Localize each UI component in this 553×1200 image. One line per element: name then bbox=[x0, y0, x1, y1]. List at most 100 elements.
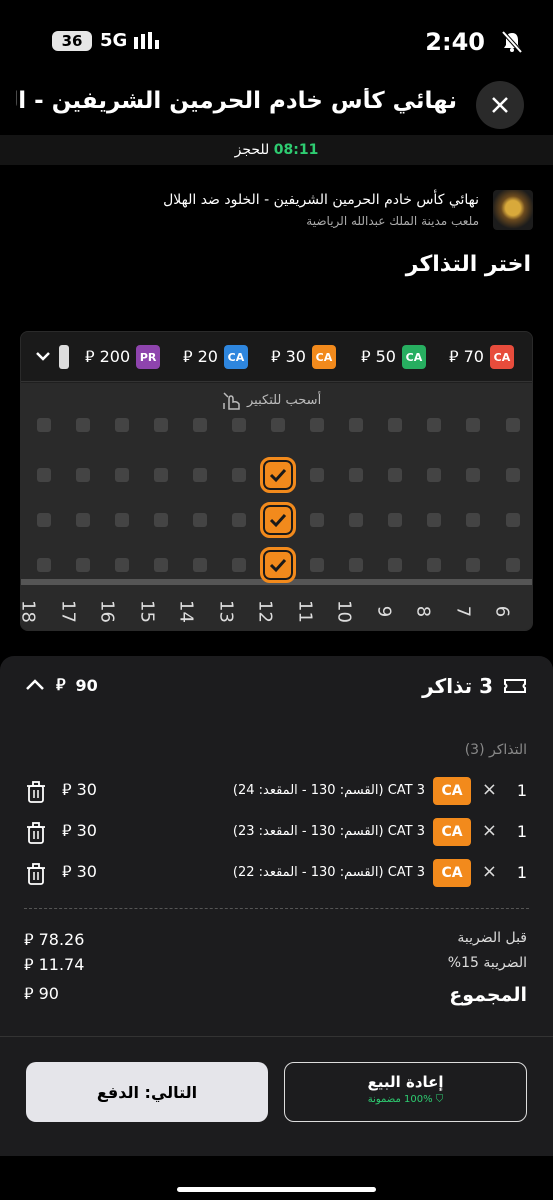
seat[interactable] bbox=[506, 468, 520, 482]
category-chip: CA bbox=[401, 345, 426, 369]
next-payment-button[interactable]: التالي: الدفع bbox=[26, 1062, 268, 1122]
chevron-down-icon[interactable] bbox=[33, 346, 53, 366]
before-tax-amount: 78.26 bbox=[38, 930, 85, 949]
ticket-desc: CAT 3 (القسم: 130 - المقعد: 23) bbox=[232, 824, 425, 839]
seat[interactable] bbox=[388, 468, 402, 482]
resale-button[interactable]: إعادة البيع ⛉ 100% مضمونة bbox=[284, 1062, 527, 1122]
currency-symbol: ⃁ bbox=[62, 821, 72, 840]
seat[interactable] bbox=[76, 468, 90, 482]
seat-selected[interactable] bbox=[260, 502, 296, 538]
tax-amount: 11.74 bbox=[38, 955, 85, 974]
seat[interactable] bbox=[427, 513, 441, 527]
seat[interactable] bbox=[193, 468, 207, 482]
network-type: 5G bbox=[100, 30, 128, 51]
booking-timer: 08:11 للحجز bbox=[0, 135, 553, 165]
check-icon bbox=[269, 558, 287, 573]
currency-symbol: ⃁ bbox=[24, 930, 34, 949]
seat[interactable] bbox=[310, 468, 324, 482]
seat[interactable] bbox=[37, 468, 51, 482]
seat[interactable] bbox=[349, 418, 363, 432]
seat[interactable] bbox=[466, 468, 480, 482]
legend-item[interactable]: ⃁ 200 PR bbox=[85, 345, 161, 369]
chevron-up-icon[interactable] bbox=[24, 674, 46, 696]
event-thumbnail bbox=[493, 190, 533, 230]
seat[interactable] bbox=[271, 418, 285, 432]
legend-price: 30 bbox=[285, 347, 306, 366]
seat[interactable] bbox=[427, 418, 441, 432]
seat[interactable] bbox=[193, 558, 207, 572]
seat[interactable] bbox=[37, 558, 51, 572]
legend-price: 70 bbox=[463, 347, 484, 366]
legend-item[interactable]: ⃁ 30 CA bbox=[271, 345, 336, 369]
seat[interactable] bbox=[349, 513, 363, 527]
seat[interactable] bbox=[115, 513, 129, 527]
seat[interactable] bbox=[232, 513, 246, 527]
legend-item[interactable]: ⃁ 50 CA bbox=[361, 345, 426, 369]
seat-selected[interactable] bbox=[260, 457, 296, 493]
trash-icon[interactable] bbox=[26, 822, 46, 844]
seat[interactable] bbox=[232, 418, 246, 432]
ticket-price: ⃁ 30 bbox=[62, 821, 97, 841]
seat-map[interactable]: ⃁ 70 CA ⃁ 50 CA ⃁ 30 CA ⃁ 20 CA ⃁ 200 PR… bbox=[20, 331, 533, 631]
seat[interactable] bbox=[466, 418, 480, 432]
seat[interactable] bbox=[115, 418, 129, 432]
grand-total-amount: 90 bbox=[38, 984, 59, 1003]
row-number: 6 bbox=[491, 605, 513, 618]
header: نهائي كأس خادم الحرمين الشريفين - ال... bbox=[0, 76, 553, 134]
trash-icon[interactable] bbox=[26, 781, 46, 803]
seat[interactable] bbox=[310, 513, 324, 527]
seat[interactable] bbox=[154, 468, 168, 482]
seat[interactable] bbox=[193, 513, 207, 527]
section-title: اختر التذاكر bbox=[405, 252, 531, 277]
tickets-label: التذاكر (3) bbox=[464, 742, 527, 758]
seat[interactable] bbox=[154, 513, 168, 527]
seat[interactable] bbox=[388, 513, 402, 527]
seat[interactable] bbox=[427, 558, 441, 572]
cart-header[interactable]: 3 تذاكر ⃁ 90 bbox=[0, 656, 553, 716]
check-icon bbox=[269, 468, 287, 483]
legend-item[interactable]: ⃁ 70 CA bbox=[449, 345, 514, 369]
seat[interactable] bbox=[193, 418, 207, 432]
seat[interactable] bbox=[154, 558, 168, 572]
seat-grid[interactable]: أسحب للتكبير 18 17 16 15 14 13 12 11 10 9 8 7 6 bbox=[21, 383, 532, 630]
seat[interactable] bbox=[388, 558, 402, 572]
seat[interactable] bbox=[506, 418, 520, 432]
seat[interactable] bbox=[506, 513, 520, 527]
seat[interactable] bbox=[37, 418, 51, 432]
resale-guarantee-label: 100% مضمونة bbox=[367, 1094, 433, 1105]
seat-selected[interactable] bbox=[260, 547, 296, 583]
ticket-count-label: 3 تذاكر bbox=[422, 674, 493, 698]
home-indicator[interactable] bbox=[177, 1187, 376, 1192]
ticket-count: 3 تذاكر bbox=[422, 674, 527, 698]
seat[interactable] bbox=[76, 513, 90, 527]
price-legend: ⃁ 70 CA ⃁ 50 CA ⃁ 30 CA ⃁ 20 CA ⃁ 200 PR bbox=[21, 332, 532, 382]
trash-icon[interactable] bbox=[26, 863, 46, 885]
ticket-row: 1 × CA CAT 3 (القسم: 130 - المقعد: 24) ⃁… bbox=[0, 777, 553, 807]
seat[interactable] bbox=[232, 558, 246, 572]
category-chip: CA bbox=[223, 345, 248, 369]
legend-item[interactable]: ⃁ 20 CA bbox=[183, 345, 248, 369]
seat[interactable] bbox=[115, 558, 129, 572]
seat[interactable] bbox=[310, 418, 324, 432]
seat[interactable] bbox=[349, 468, 363, 482]
seat[interactable] bbox=[349, 558, 363, 572]
seat[interactable] bbox=[310, 558, 324, 572]
seat[interactable] bbox=[76, 558, 90, 572]
seat[interactable] bbox=[37, 513, 51, 527]
battery-indicator: 36 bbox=[52, 31, 92, 51]
seat[interactable] bbox=[427, 468, 441, 482]
seat[interactable] bbox=[506, 558, 520, 572]
seat[interactable] bbox=[388, 418, 402, 432]
row-number: 8 bbox=[412, 605, 434, 618]
seat[interactable] bbox=[466, 558, 480, 572]
seat[interactable] bbox=[154, 418, 168, 432]
seat[interactable] bbox=[76, 418, 90, 432]
divider bbox=[24, 908, 529, 909]
seat[interactable] bbox=[115, 468, 129, 482]
seat[interactable] bbox=[466, 513, 480, 527]
resale-guarantee: ⛉ 100% مضمونة bbox=[285, 1094, 526, 1105]
seat[interactable] bbox=[232, 468, 246, 482]
row-number: 16 bbox=[96, 600, 118, 623]
close-button[interactable] bbox=[476, 81, 524, 129]
status-bar: 36 5G 2:40 bbox=[0, 0, 553, 70]
